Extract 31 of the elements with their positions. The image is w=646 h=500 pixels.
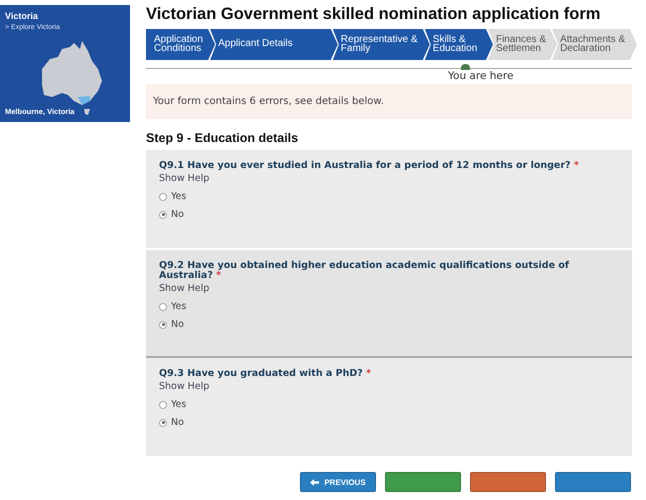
radio-button[interactable] [159,192,167,200]
option-label: Yes [171,191,186,202]
radio-button[interactable] [159,302,167,310]
show-help-link[interactable]: Show Help [159,381,619,392]
radio-button[interactable] [159,400,167,408]
progress-step[interactable]: Applicant Details [210,29,338,60]
progress-step[interactable]: Skills & Education [424,29,493,60]
radio-button[interactable] [159,320,167,328]
question-text: Q9.3 Have you graduated with a PhD? * [159,369,372,379]
radio-button[interactable] [159,418,167,426]
section-heading: Step 9 - Education details [146,131,300,145]
progress-step[interactable]: Attachments & Declaration [552,29,637,60]
radio-button[interactable] [159,210,167,218]
progress-step[interactable]: Finances & Settlemen [488,29,558,60]
arrow-left-icon [310,478,320,486]
show-help-link[interactable]: Show Help [159,173,619,184]
progress-step[interactable]: Representative & Family [332,29,430,60]
error-message: Your form contains 6 errors, see details below. [146,84,632,119]
page-title: Victorian Government skilled nomination application form [146,5,602,25]
question-text: Q9.1 Have you ever studied in Australia for a period of 12 months or longer? * [159,161,580,171]
you-are-here-label: You are here [448,70,514,82]
option-label: Yes [171,399,186,410]
option-label: No [171,417,184,428]
option-label: No [171,319,184,330]
progress-step[interactable]: Application Conditions [146,29,216,60]
previous-button[interactable]: PREVIOUS [300,472,376,492]
option-label: Yes [171,301,186,312]
question-text: Q9.2 Have you obtained higher education academic qualifications outside of Australia? * [159,261,570,281]
show-help-link[interactable]: Show Help [159,283,619,294]
region-title: Victoria [5,11,38,21]
option-label: No [171,209,184,220]
